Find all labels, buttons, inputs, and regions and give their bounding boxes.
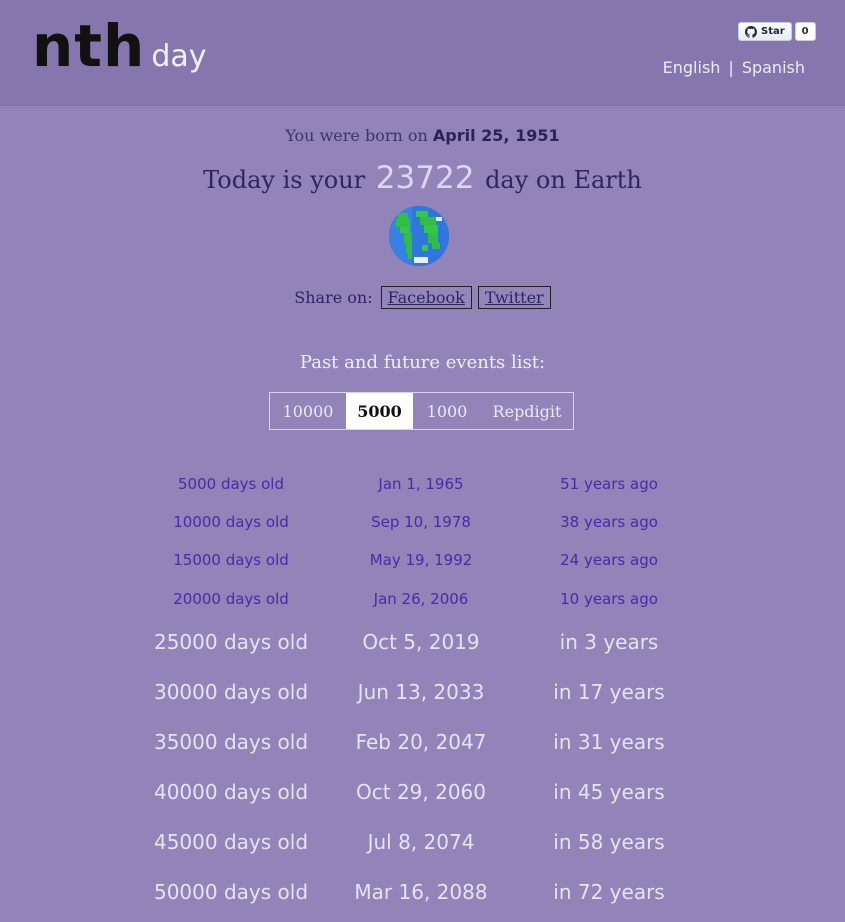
tab-repdigit[interactable]: Repdigit — [481, 393, 573, 429]
header: nth day Star 0 English | Spanish — [0, 0, 845, 106]
born-line: You were born on April 25, 1951 — [0, 126, 845, 145]
event-relative-time: 24 years ago — [560, 551, 658, 569]
github-star-label: Star — [761, 26, 785, 37]
born-prefix: You were born on — [285, 126, 428, 145]
event-date: Feb 20, 2047 — [355, 730, 487, 754]
event-age: 15000 days old — [173, 551, 289, 569]
github-star-widget: Star 0 — [738, 22, 816, 41]
event-date: Oct 5, 2019 — [362, 630, 480, 654]
share-facebook-button[interactable]: Facebook — [380, 286, 472, 309]
event-relative-time: in 31 years — [553, 730, 665, 754]
event-age: 10000 days old — [173, 513, 289, 531]
share-label: Share on: — [294, 288, 373, 307]
language-switcher: English | Spanish — [663, 58, 805, 77]
event-age: 5000 days old — [178, 475, 284, 493]
logo-main-text: nth — [32, 12, 146, 80]
event-date: Oct 29, 2060 — [356, 780, 486, 804]
today-line: Today is your 23722 day on Earth — [0, 160, 845, 196]
event-age: 35000 days old — [153, 730, 309, 754]
event-age: 40000 days old — [153, 780, 309, 804]
event-relative-time: 38 years ago — [560, 513, 658, 531]
event-date: Jun 13, 2033 — [357, 680, 485, 704]
event-age: 25000 days old — [153, 630, 309, 654]
event-relative-time: 51 years ago — [560, 475, 658, 493]
github-star-count[interactable]: 0 — [794, 22, 816, 41]
github-icon — [745, 25, 757, 38]
event-age: 30000 days old — [153, 680, 309, 704]
born-date: April 25, 1951 — [432, 126, 560, 145]
tab-10000[interactable]: 10000 — [270, 393, 346, 429]
event-date: May 19, 1992 — [369, 551, 473, 569]
events-title: Past and future events list: — [299, 352, 546, 373]
event-date: Mar 16, 2088 — [354, 880, 488, 904]
event-relative-time: in 58 years — [553, 830, 665, 854]
event-age: 20000 days old — [173, 590, 289, 608]
event-relative-time: in 3 years — [559, 630, 659, 654]
tab-5000[interactable]: 5000 — [346, 393, 413, 429]
event-relative-time: in 45 years — [553, 780, 665, 804]
event-date: Jul 8, 2074 — [367, 830, 475, 854]
event-relative-time: 10 years ago — [560, 590, 658, 608]
interval-tabs: 10000 5000 1000 Repdigit — [269, 392, 574, 430]
event-relative-time: in 17 years — [553, 680, 665, 704]
today-suffix: day on Earth — [485, 166, 642, 194]
event-date: Jan 1, 1965 — [378, 475, 464, 493]
event-date: Jan 26, 2006 — [373, 590, 469, 608]
share-twitter-button[interactable]: Twitter — [477, 286, 551, 309]
logo-sub-text: day — [151, 39, 207, 74]
language-english-link[interactable]: English — [663, 58, 721, 77]
today-prefix: Today is your — [203, 166, 366, 194]
earth-globe-icon — [389, 206, 449, 266]
day-count: 23722 — [375, 160, 475, 196]
tab-1000[interactable]: 1000 — [413, 393, 481, 429]
event-age: 50000 days old — [153, 880, 309, 904]
github-star-button[interactable]: Star — [738, 22, 792, 41]
share-bar: Share on: Facebook Twitter — [0, 286, 845, 309]
site-logo[interactable]: nth day — [32, 12, 207, 80]
event-date: Sep 10, 1978 — [371, 513, 471, 531]
event-age: 45000 days old — [153, 830, 309, 854]
language-separator: | — [728, 58, 734, 77]
event-relative-time: in 72 years — [553, 880, 665, 904]
language-spanish-link[interactable]: Spanish — [742, 58, 805, 77]
